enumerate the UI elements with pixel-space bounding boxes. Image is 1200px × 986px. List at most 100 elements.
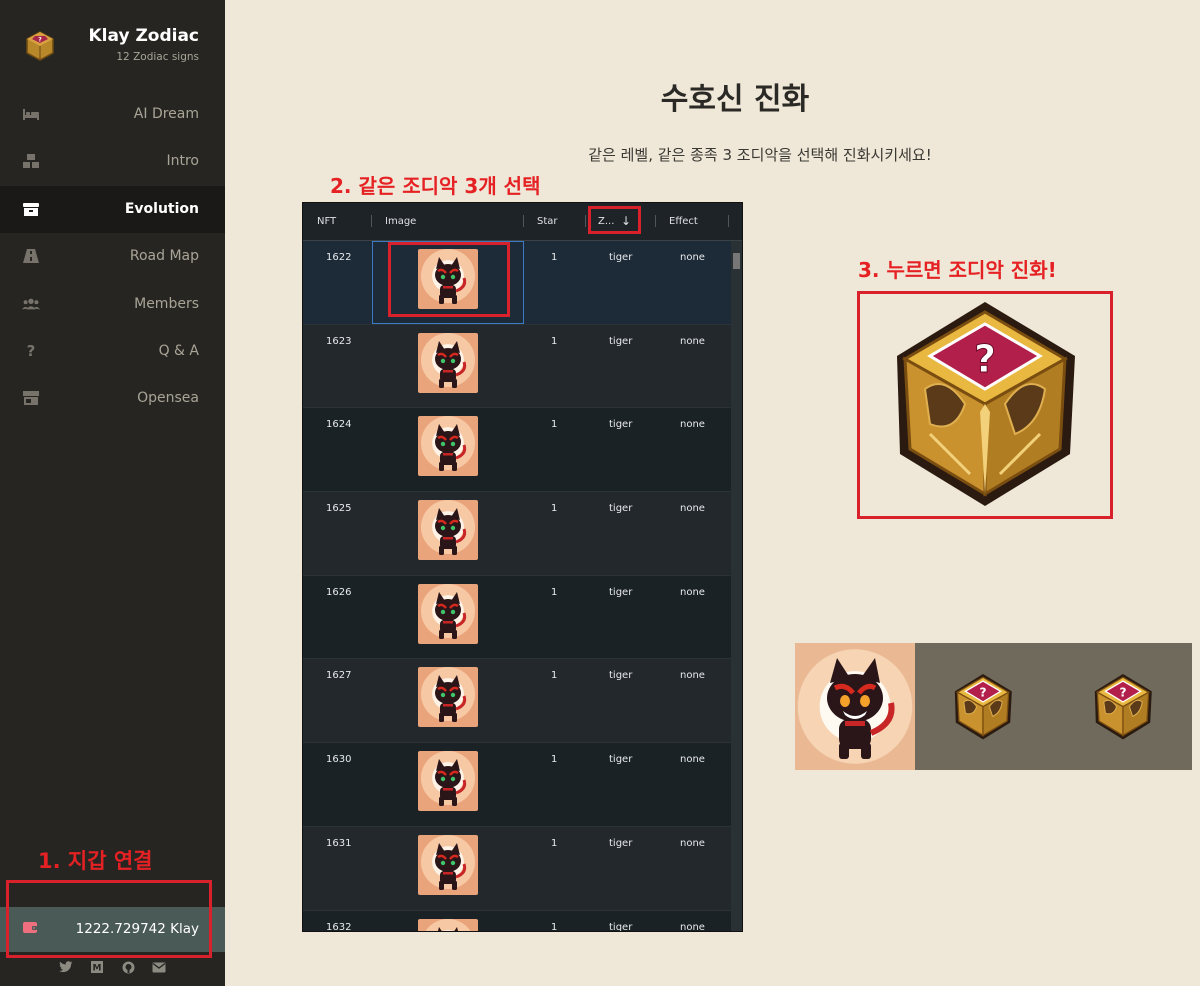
column-separator[interactable] bbox=[655, 215, 656, 227]
column-separator[interactable] bbox=[371, 215, 372, 227]
sidebar-item-road-map[interactable]: Road Map bbox=[0, 233, 225, 280]
table-row[interactable]: 1624 1 tiger none bbox=[303, 408, 733, 493]
mail-icon[interactable] bbox=[152, 960, 167, 974]
cell-effect: none bbox=[680, 754, 705, 766]
cell-effect: none bbox=[680, 837, 705, 849]
table-row[interactable]: 1622 1 tiger none bbox=[303, 241, 733, 325]
column-header-image[interactable]: Image bbox=[385, 216, 416, 227]
cell-nft: 1632 bbox=[326, 921, 352, 932]
mystery-box-icon: ? bbox=[1094, 674, 1152, 740]
annotation-box-selected-image bbox=[388, 242, 510, 317]
nft-thumbnail[interactable] bbox=[418, 751, 478, 812]
cell-nft: 1626 bbox=[326, 586, 352, 598]
cell-star: 1 bbox=[551, 837, 558, 849]
cell-nft: 1623 bbox=[326, 335, 352, 347]
nft-thumbnail[interactable] bbox=[418, 834, 478, 895]
svg-text:?: ? bbox=[979, 685, 986, 699]
nft-thumbnail[interactable] bbox=[418, 416, 478, 477]
cell-effect: none bbox=[680, 335, 705, 347]
grid-scrollbar[interactable] bbox=[731, 241, 742, 931]
nft-thumbnail[interactable] bbox=[418, 583, 478, 644]
table-row[interactable]: 1632 1 tiger none bbox=[303, 910, 733, 932]
page-title: 수호신 진화 bbox=[660, 82, 810, 117]
boxes-icon bbox=[22, 153, 40, 169]
column-header-nft[interactable]: NFT bbox=[317, 216, 336, 227]
sidebar-item-label: AI Dream bbox=[133, 106, 199, 122]
github-icon[interactable] bbox=[121, 960, 136, 974]
nft-thumbnail[interactable] bbox=[418, 500, 478, 561]
medium-icon[interactable]: M bbox=[90, 960, 105, 974]
cell-star: 1 bbox=[551, 252, 558, 263]
svg-text:M: M bbox=[93, 964, 102, 974]
evolve-button[interactable]: ? bbox=[860, 294, 1110, 516]
svg-text:?: ? bbox=[1119, 685, 1126, 699]
cell-zodiac: tiger bbox=[609, 586, 633, 598]
nft-thumbnail[interactable] bbox=[418, 918, 478, 931]
cell-effect: none bbox=[680, 921, 705, 932]
column-separator[interactable] bbox=[728, 215, 729, 227]
brand[interactable]: ? Klay Zodiac 12 Zodiac signs bbox=[0, 20, 225, 76]
table-row[interactable]: 1627 1 tiger none bbox=[303, 659, 733, 744]
nft-thumbnail[interactable] bbox=[418, 332, 478, 393]
cell-star: 1 bbox=[551, 586, 558, 598]
users-icon bbox=[22, 296, 40, 312]
column-separator[interactable] bbox=[585, 215, 586, 227]
sidebar-item-ai-dream[interactable]: AI Dream bbox=[0, 91, 225, 138]
table-row[interactable]: 1631 1 tiger none bbox=[303, 826, 733, 911]
column-separator[interactable] bbox=[523, 215, 524, 227]
sidebar-item-label: Q & A bbox=[158, 342, 199, 359]
cell-zodiac: tiger bbox=[609, 921, 633, 932]
cell-zodiac: tiger bbox=[609, 335, 633, 347]
grid-rows: 1622 1 tiger none 1623 1 tiger none 1624 1 tiger no… bbox=[303, 241, 733, 932]
table-row[interactable]: 1626 1 tiger none bbox=[303, 575, 733, 660]
cell-zodiac: tiger bbox=[609, 252, 633, 263]
tiger-cat-image bbox=[795, 643, 915, 770]
cell-effect: none bbox=[680, 503, 705, 515]
table-row[interactable]: 1623 1 tiger none bbox=[303, 324, 733, 409]
social-links: M bbox=[0, 960, 225, 980]
road-icon bbox=[22, 248, 40, 264]
sidebar: ? Klay Zodiac 12 Zodiac signs AI Dream I… bbox=[0, 0, 225, 986]
cell-nft: 1630 bbox=[326, 754, 352, 766]
cell-zodiac: tiger bbox=[609, 670, 633, 682]
page-subtitle: 같은 레벨, 같은 종족 3 조디악을 선택해 진화시키세요! bbox=[588, 146, 932, 164]
column-header-effect[interactable]: Effect bbox=[669, 216, 698, 227]
cell-nft: 1622 bbox=[326, 252, 352, 263]
cell-zodiac: tiger bbox=[609, 754, 633, 766]
scrollbar-thumb[interactable] bbox=[733, 253, 740, 269]
store-icon bbox=[22, 390, 40, 406]
cell-effect: none bbox=[680, 586, 705, 598]
sidebar-item-label: Members bbox=[134, 295, 199, 312]
sidebar-item-evolution[interactable]: Evolution bbox=[0, 185, 225, 234]
question-icon: ? bbox=[26, 341, 36, 360]
cell-star: 1 bbox=[551, 670, 558, 682]
cell-star: 1 bbox=[551, 503, 558, 515]
cell-nft: 1631 bbox=[326, 837, 352, 849]
sidebar-item-members[interactable]: Members bbox=[0, 281, 225, 328]
cell-effect: none bbox=[680, 670, 705, 682]
cell-star: 1 bbox=[551, 754, 558, 766]
sidebar-item-intro[interactable]: Intro bbox=[0, 138, 225, 185]
cell-nft: 1624 bbox=[326, 419, 352, 431]
cell-zodiac: tiger bbox=[609, 419, 633, 431]
table-row[interactable]: 1630 1 tiger none bbox=[303, 743, 733, 827]
annotation-box-wallet bbox=[6, 880, 212, 958]
sidebar-item-label: Opensea bbox=[137, 390, 199, 407]
cell-star: 1 bbox=[551, 419, 558, 431]
annotation-box-sort bbox=[588, 206, 641, 234]
sidebar-item-label: Evolution bbox=[124, 200, 199, 217]
cell-zodiac: tiger bbox=[609, 503, 633, 515]
nft-grid: NFT Image Star Z... ↓ Effect 1622 1 tiger n… bbox=[302, 202, 743, 932]
cell-effect: none bbox=[680, 419, 705, 431]
app-subtitle: 12 Zodiac signs bbox=[116, 51, 199, 63]
twitter-icon[interactable] bbox=[59, 960, 74, 974]
table-row[interactable]: 1625 1 tiger none bbox=[303, 492, 733, 576]
cell-zodiac: tiger bbox=[609, 837, 633, 849]
sidebar-item-opensea[interactable]: Opensea bbox=[0, 375, 225, 422]
column-header-star[interactable]: Star bbox=[537, 216, 558, 227]
cell-star: 1 bbox=[551, 921, 558, 932]
nft-thumbnail[interactable] bbox=[418, 667, 478, 728]
sidebar-item-qa[interactable]: ? Q & A bbox=[0, 328, 225, 375]
logo-icon: ? bbox=[26, 31, 54, 61]
mystery-box-icon: ? bbox=[954, 674, 1012, 740]
